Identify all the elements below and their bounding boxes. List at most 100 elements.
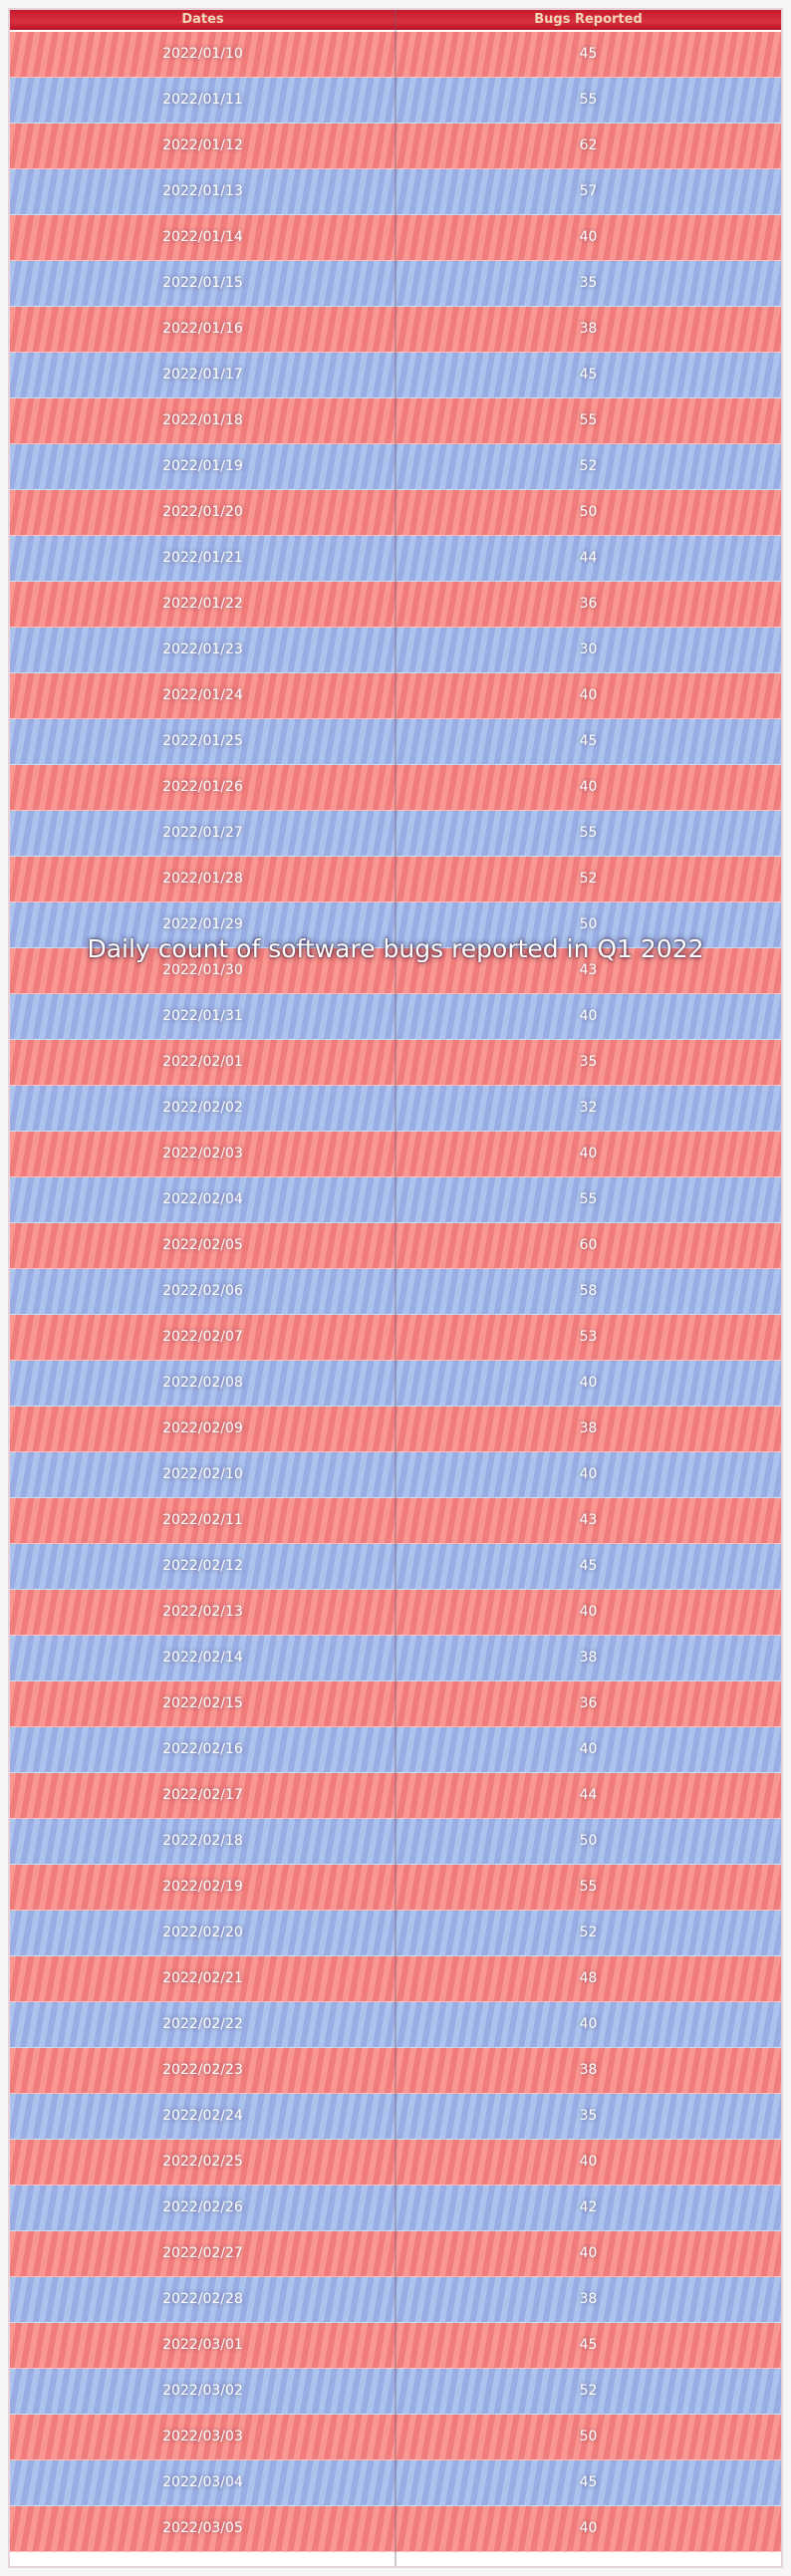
bugs-reported-cell: 35: [579, 2108, 598, 2124]
bugs-reported-cell: 40: [579, 687, 598, 703]
bugs-reported-cell: 50: [579, 2429, 598, 2445]
bugs-reported-cell: 40: [579, 1741, 598, 1757]
bugs-reported-cell: 57: [579, 183, 598, 199]
date-cell: 2022/02/04: [162, 1191, 243, 1207]
date-cell: 2022/01/23: [162, 642, 243, 657]
date-cell: 2022/02/13: [162, 1604, 243, 1620]
bugs-reported-cell: 58: [579, 1283, 598, 1299]
date-cell: 2022/02/17: [162, 1787, 243, 1803]
date-cell: 2022/01/16: [162, 321, 243, 337]
bugs-reported-cell: 40: [579, 229, 598, 245]
bugs-reported-cell: 45: [579, 2474, 598, 2490]
bugs-reported-cell: 40: [579, 1008, 598, 1024]
date-cell: 2022/03/02: [162, 2383, 243, 2399]
date-cell: 2022/02/08: [162, 1375, 243, 1391]
date-cell: 2022/01/26: [162, 779, 243, 795]
date-cell: 2022/01/18: [162, 412, 243, 428]
bugs-reported-cell: 38: [579, 1650, 598, 1666]
date-cell: 2022/02/10: [162, 1466, 243, 1482]
date-cell: 2022/01/24: [162, 687, 243, 703]
date-cell: 2022/01/15: [162, 275, 243, 291]
bugs-reported-cell: 50: [579, 1833, 598, 1849]
date-cell: 2022/01/28: [162, 871, 243, 887]
bugs-reported-cell: 40: [579, 2245, 598, 2261]
date-cell: 2022/02/07: [162, 1329, 243, 1345]
bugs-reported-cell: 45: [579, 1558, 598, 1574]
bugs-reported-cell: 45: [579, 367, 598, 383]
bugs-reported-cell: 52: [579, 871, 598, 887]
date-cell: 2022/03/04: [162, 2474, 243, 2490]
bugs-reported-cell: 40: [579, 2016, 598, 2032]
date-cell: 2022/01/14: [162, 229, 243, 245]
bugs-reported-cell: 30: [579, 642, 598, 657]
bugs-reported-cell: 55: [579, 825, 598, 841]
bugs-reported-cell: 35: [579, 1054, 598, 1070]
bugs-reported-cell: 52: [579, 1925, 598, 1940]
bugs-reported-cell: 40: [579, 2154, 598, 2170]
bugs-reported-cell: 55: [579, 1879, 598, 1895]
date-cell: 2022/02/14: [162, 1650, 243, 1666]
date-cell: 2022/01/12: [162, 137, 243, 153]
bugs-reported-cell: 36: [579, 1695, 598, 1711]
date-cell: 2022/03/03: [162, 2429, 243, 2445]
date-cell: 2022/02/16: [162, 1741, 243, 1757]
date-cell: 2022/02/24: [162, 2108, 243, 2124]
bugs-reported-cell: 38: [579, 2062, 598, 2078]
date-cell: 2022/01/21: [162, 550, 243, 566]
bugs-reported-cell: 35: [579, 275, 598, 291]
bugs-reported-cell: 50: [579, 504, 598, 520]
bugs-reported-cell: 62: [579, 137, 598, 153]
bugs-reported-cell: 53: [579, 1329, 598, 1345]
bugs-reported-cell: 55: [579, 92, 598, 108]
date-cell: 2022/01/13: [162, 183, 243, 199]
bugs-reported-cell: 40: [579, 779, 598, 795]
bugs-reported-cell: 40: [579, 1466, 598, 1482]
date-cell: 2022/03/01: [162, 2337, 243, 2353]
bugs-reported-cell: 52: [579, 458, 598, 474]
date-cell: 2022/02/15: [162, 1695, 243, 1711]
chart-title: Daily count of software bugs reported in…: [87, 934, 704, 963]
date-cell: 2022/01/17: [162, 367, 243, 383]
bugs-reported-cell: 44: [579, 1787, 598, 1803]
bugs-reported-cell: 44: [579, 550, 598, 566]
table-frame: Dates Bugs Reported 2022/01/10 45 2022/01/…: [8, 8, 783, 2568]
date-cell: 2022/02/27: [162, 2245, 243, 2261]
bugs-reported-cell: 32: [579, 1100, 598, 1116]
date-cell: 2022/02/28: [162, 2291, 243, 2307]
date-cell: 2022/01/20: [162, 504, 243, 520]
bugs-reported-cell: 38: [579, 1420, 598, 1436]
column-header-bugs-reported: Bugs Reported: [534, 12, 643, 27]
date-cell: 2022/01/31: [162, 1008, 243, 1024]
date-cell: 2022/01/25: [162, 733, 243, 749]
bugs-reported-cell: 45: [579, 46, 598, 62]
date-cell: 2022/02/09: [162, 1420, 243, 1436]
date-cell: 2022/01/11: [162, 92, 243, 108]
date-cell: 2022/02/03: [162, 1146, 243, 1161]
date-cell: 2022/02/12: [162, 1558, 243, 1574]
bugs-reported-cell: 55: [579, 1191, 598, 1207]
date-cell: 2022/02/02: [162, 1100, 243, 1116]
bugs-reported-cell: 48: [579, 1970, 598, 1986]
bugs-reported-cell: 38: [579, 2291, 598, 2307]
date-cell: 2022/01/19: [162, 458, 243, 474]
date-cell: 2022/01/27: [162, 825, 243, 841]
bugs-reported-cell: 36: [579, 596, 598, 612]
bugs-reported-cell: 55: [579, 412, 598, 428]
date-cell: 2022/02/21: [162, 1970, 243, 1986]
column-divider: [395, 10, 396, 2566]
date-cell: 2022/02/22: [162, 2016, 243, 2032]
bugs-reported-cell: 40: [579, 2520, 598, 2536]
date-cell: 2022/01/10: [162, 46, 243, 62]
bugs-reported-cell: 60: [579, 1237, 598, 1253]
bugs-reported-cell: 38: [579, 321, 598, 337]
date-cell: 2022/02/06: [162, 1283, 243, 1299]
date-cell: 2022/01/22: [162, 596, 243, 612]
column-header-dates: Dates: [181, 12, 224, 27]
date-cell: 2022/02/20: [162, 1925, 243, 1940]
date-cell: 2022/02/23: [162, 2062, 243, 2078]
bugs-reported-cell: 45: [579, 2337, 598, 2353]
date-cell: 2022/03/05: [162, 2520, 243, 2536]
date-cell: 2022/02/05: [162, 1237, 243, 1253]
bugs-reported-cell: 40: [579, 1375, 598, 1391]
date-cell: 2022/02/11: [162, 1512, 243, 1528]
